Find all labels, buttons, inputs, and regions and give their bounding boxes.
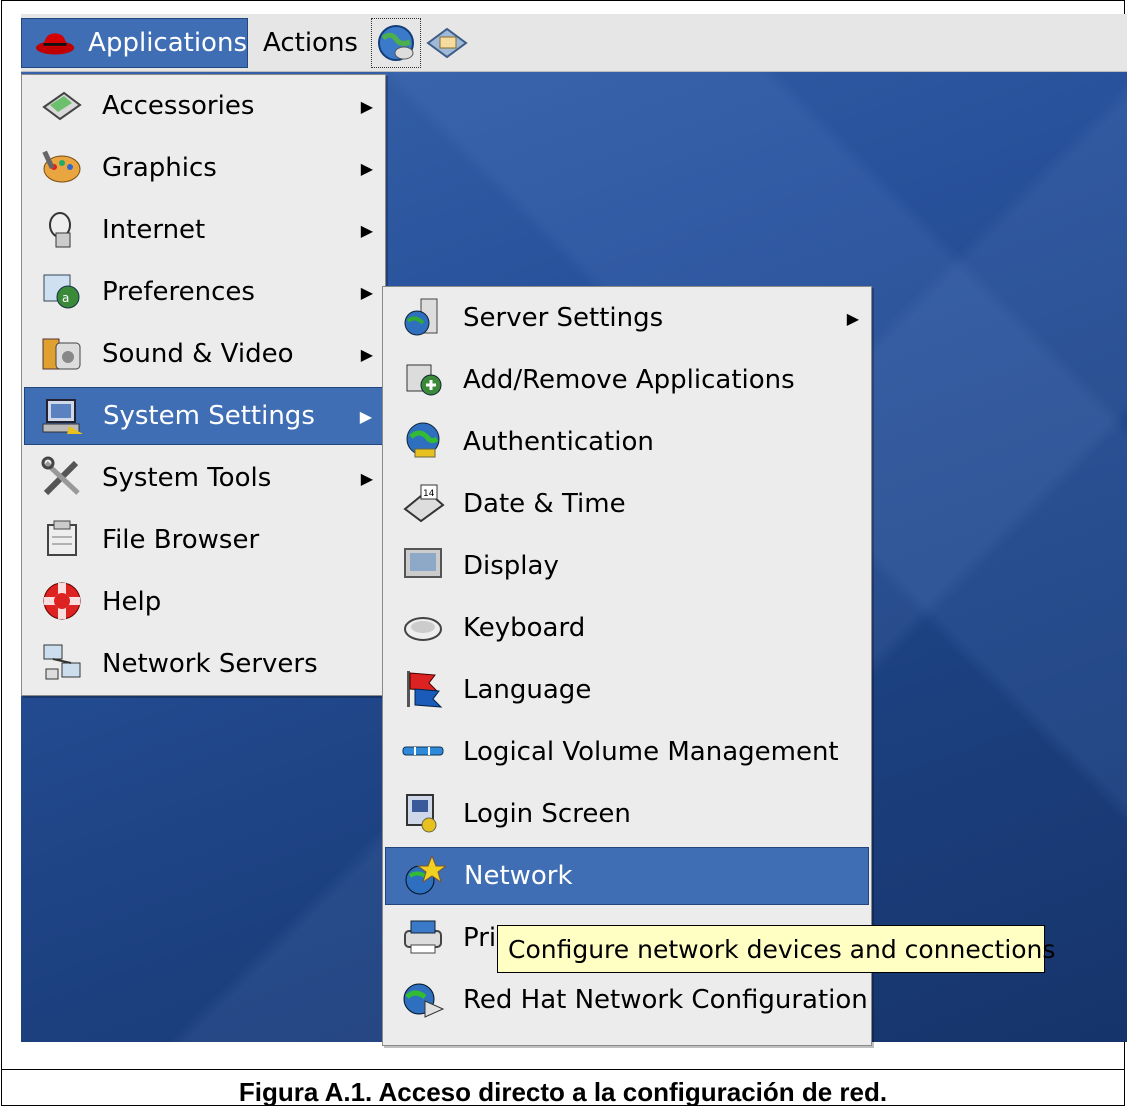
main-menu-item-label: Network Servers — [102, 649, 318, 679]
svg-text:14: 14 — [423, 489, 435, 499]
system-settings-item-red-hat-network-configuration[interactable]: Red Hat Network Configuration — [385, 971, 869, 1029]
actions-menu-button[interactable]: Actions — [255, 18, 363, 68]
applications-menu: Accessories ▶ Graphics ▶ Internet ▶ a Preferenc… — [21, 74, 386, 696]
redhat-logo-icon — [35, 33, 75, 55]
actions-label: Actions — [263, 28, 358, 58]
system-settings-icon — [41, 394, 85, 438]
date-time-icon: 14 — [401, 481, 445, 525]
submenu-arrow-icon: ▶ — [360, 96, 373, 116]
figure-caption: Figura A.1. Acceso directo a la configur… — [1, 1069, 1125, 1106]
system-settings-item-authentication[interactable]: Authentication — [385, 413, 869, 471]
main-menu-item-accessories[interactable]: Accessories ▶ — [24, 77, 383, 135]
main-menu-item-label: Preferences — [102, 277, 255, 307]
language-icon — [401, 667, 445, 711]
main-menu-item-label: Internet — [102, 215, 206, 245]
lvm-icon — [401, 729, 445, 773]
globe-mouse-icon — [378, 25, 414, 61]
system-settings-item-label: Authentication — [463, 427, 654, 457]
system-settings-item-display[interactable]: Display — [385, 537, 869, 595]
main-menu-item-sound-and-video[interactable]: Sound & Video ▶ — [24, 325, 383, 383]
network-servers-icon — [40, 641, 84, 685]
svg-text:a: a — [62, 291, 69, 305]
display-icon — [401, 543, 445, 587]
main-menu-item-preferences[interactable]: a Preferences ▶ — [24, 263, 383, 321]
main-menu-item-graphics[interactable]: Graphics ▶ — [24, 139, 383, 197]
system-settings-item-login-screen[interactable]: Login Screen — [385, 785, 869, 843]
system-settings-item-label: Pri — [463, 923, 497, 953]
main-menu-item-label: Graphics — [102, 153, 217, 183]
system-settings-item-keyboard[interactable]: Keyboard — [385, 599, 869, 657]
internet-icon — [40, 207, 84, 251]
applications-menu-button[interactable]: Applications — [21, 18, 248, 68]
system-settings-item-label: Add/Remove Applications — [463, 365, 795, 395]
system-settings-item-label: Logical Volume Management — [463, 737, 839, 767]
main-menu-item-label: Accessories — [102, 91, 255, 121]
main-menu-item-label: System Tools — [102, 463, 272, 493]
system-settings-item-label: Keyboard — [463, 613, 586, 643]
system-settings-item-label: Server Settings — [463, 303, 664, 333]
authentication-icon — [401, 419, 445, 463]
file-browser-icon — [40, 517, 84, 561]
accessories-icon — [40, 83, 84, 127]
system-settings-item-label: Red Hat Network Configuration — [463, 985, 868, 1015]
main-menu-item-internet[interactable]: Internet ▶ — [24, 201, 383, 259]
main-menu-item-label: File Browser — [102, 525, 260, 555]
submenu-arrow-icon: ▶ — [846, 308, 859, 328]
submenu-arrow-icon: ▶ — [360, 282, 373, 302]
system-settings-item-language[interactable]: Language — [385, 661, 869, 719]
network-icon — [402, 854, 448, 898]
main-menu-item-file-browser[interactable]: File Browser — [24, 511, 383, 569]
main-menu-item-label: Sound & Video — [102, 339, 294, 369]
system-tools-icon — [40, 455, 84, 499]
main-menu-item-system-tools[interactable]: System Tools ▶ — [24, 449, 383, 507]
main-menu-item-network-servers[interactable]: Network Servers — [24, 635, 383, 693]
submenu-arrow-icon: ▶ — [360, 220, 373, 240]
submenu-arrow-icon: ▶ — [360, 344, 373, 364]
system-settings-item-label: Display — [463, 551, 559, 581]
submenu-arrow-icon: ▶ — [360, 468, 373, 488]
add-remove-icon — [401, 357, 445, 401]
main-menu-item-system-settings[interactable]: System Settings ▶ — [24, 387, 383, 445]
main-menu-item-label: Help — [102, 587, 162, 617]
keyboard-icon — [401, 605, 445, 649]
system-settings-item-label: Language — [463, 675, 592, 705]
web-browser-launcher[interactable] — [371, 18, 421, 68]
submenu-arrow-icon: ▶ — [360, 158, 373, 178]
system-settings-item-logical-volume-management[interactable]: Logical Volume Management — [385, 723, 869, 781]
system-settings-item-add-remove-applications[interactable]: Add/Remove Applications — [385, 351, 869, 409]
top-panel: Applications Actions — [21, 14, 1127, 72]
system-settings-item-server-settings[interactable]: Server Settings ▶ — [385, 289, 869, 347]
printing-icon — [401, 915, 445, 959]
mail-launcher[interactable] — [425, 18, 473, 68]
applications-label: Applications — [88, 28, 247, 58]
graphics-icon — [40, 145, 84, 189]
help-icon — [40, 579, 84, 623]
login-screen-icon — [401, 791, 445, 835]
network-tooltip: Configure network devices and connection… — [497, 925, 1055, 973]
submenu-arrow-icon: ▶ — [359, 406, 372, 426]
main-menu-item-label: System Settings — [103, 401, 315, 431]
system-settings-item-network[interactable]: Network — [385, 847, 869, 905]
system-settings-item-label: Date & Time — [463, 489, 626, 519]
mail-icon — [426, 27, 468, 59]
system-settings-item-label: Login Screen — [463, 799, 631, 829]
server-settings-icon — [401, 295, 445, 339]
system-settings-item-date-and-time[interactable]: 14 Date & Time — [385, 475, 869, 533]
rhn-config-icon — [401, 977, 445, 1021]
main-menu-item-help[interactable]: Help — [24, 573, 383, 631]
system-settings-item-label: Network — [464, 861, 573, 891]
preferences-icon: a — [40, 269, 84, 313]
sound-video-icon — [40, 331, 84, 375]
